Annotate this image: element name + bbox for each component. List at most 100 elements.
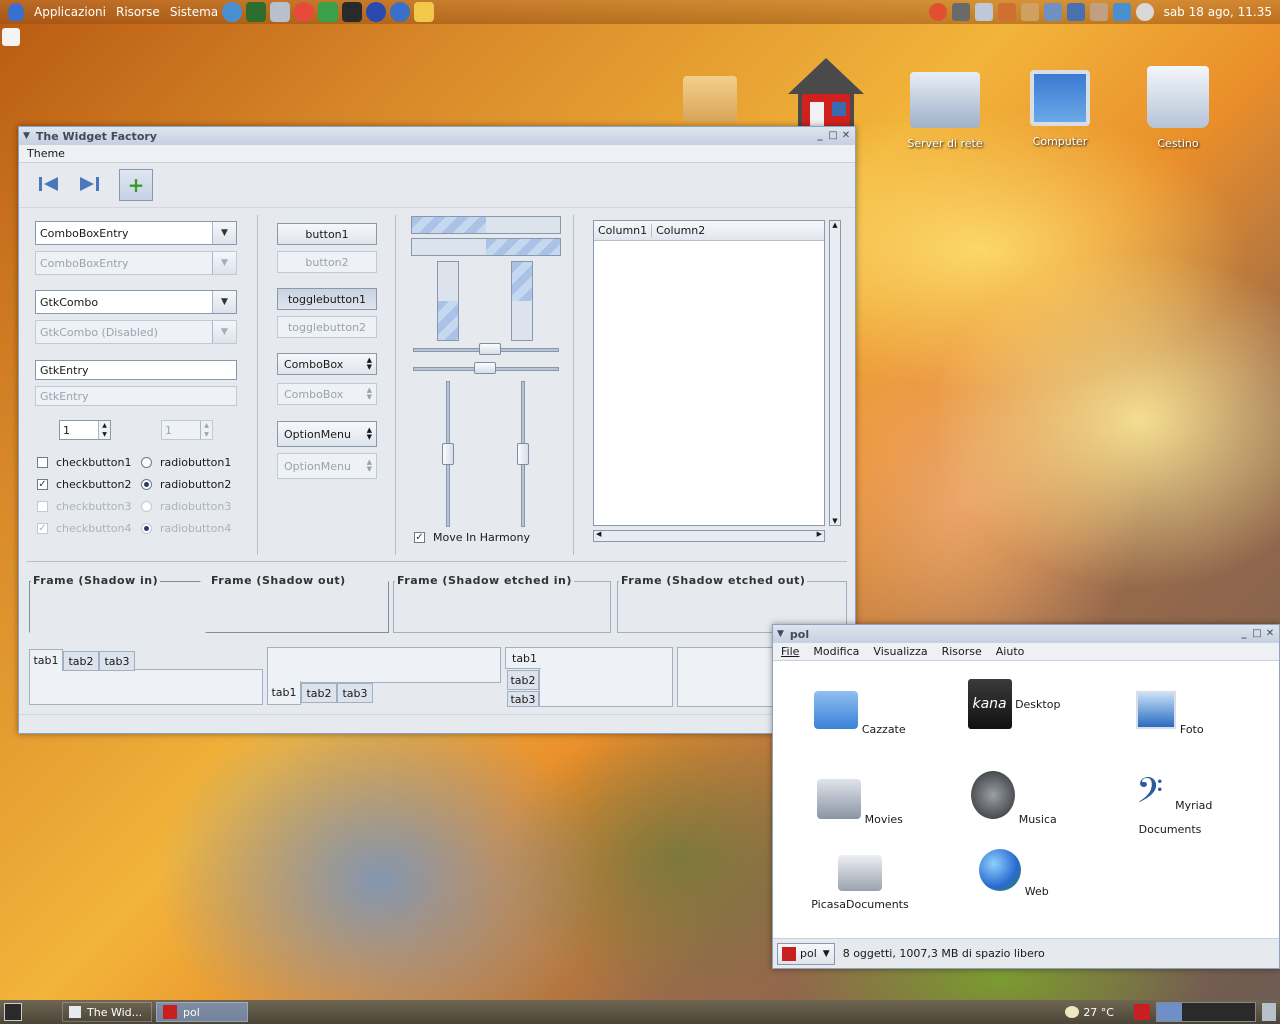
column-header-2[interactable]: Column2 [652, 224, 709, 237]
vertical-scrollbar[interactable]: ▲ ▼ [829, 220, 841, 526]
file-item-foto[interactable]: Foto [1105, 691, 1235, 736]
move-in-harmony-check[interactable]: ✓ Move In Harmony [414, 531, 530, 544]
clock[interactable]: sab 18 ago, 11.35 [1164, 5, 1272, 19]
battery-tray-icon[interactable] [1020, 3, 1039, 21]
menu-modifica[interactable]: Modifica [813, 645, 859, 658]
scroll-down-icon[interactable]: ▼ [830, 517, 840, 525]
notebook-top-tab-3[interactable]: tab3 [99, 651, 135, 671]
file-item-picasa-documents[interactable]: PicasaDocuments [795, 855, 925, 911]
help-launcher-icon[interactable] [294, 2, 315, 22]
window-menu-icon[interactable]: ▼ [23, 131, 30, 141]
menu-file[interactable]: File [781, 645, 799, 658]
menu-visualizza[interactable]: Visualizza [873, 645, 927, 658]
desktop-icon-trash[interactable]: Cestino [1128, 66, 1228, 150]
gtk-entry[interactable]: GtkEntry [35, 360, 237, 380]
scroll-right-icon[interactable]: ▶ [817, 530, 822, 538]
notebook-top-tab-2[interactable]: tab2 [63, 651, 99, 671]
combo-box[interactable]: ComboBox ▲ ▼ [277, 353, 377, 375]
wireless-tray-icon[interactable] [1066, 3, 1085, 21]
display-tray-icon[interactable] [974, 3, 993, 21]
notebook-left-tab-3[interactable]: tab3 [507, 691, 539, 707]
workspace-2[interactable] [1181, 1003, 1206, 1021]
add-button[interactable]: + [119, 169, 153, 201]
weather-icon[interactable] [1065, 1006, 1080, 1018]
checkbutton-2[interactable]: ✓ checkbutton2 [37, 478, 132, 491]
chevron-down-icon[interactable]: ▼ [212, 291, 236, 313]
update-tray-icon[interactable] [928, 3, 947, 21]
file-item-web[interactable]: Web [949, 849, 1079, 898]
toggle-button-1[interactable]: togglebutton1 [277, 288, 377, 310]
window-titlebar[interactable]: ▼ pol _ □ ✕ [773, 625, 1279, 643]
menu-risorse[interactable]: Risorse [942, 645, 982, 658]
chevron-down-icon[interactable]: ▼ [212, 222, 236, 244]
terminal-launcher-icon[interactable] [342, 2, 363, 22]
file-item-movies[interactable]: Movies [795, 779, 925, 826]
notebook-bottom-tab-3[interactable]: tab3 [337, 683, 373, 703]
vscale-1-slider[interactable] [442, 443, 454, 465]
spin-arrows-icon[interactable]: ▲ ▼ [98, 421, 110, 439]
menu-system[interactable]: Sistema [170, 5, 218, 19]
task-widget-factory[interactable]: The Wid... [62, 1002, 152, 1022]
hscale-2-slider[interactable] [474, 362, 496, 374]
network-tray-icon[interactable] [1043, 3, 1062, 21]
home-icon[interactable] [1134, 1004, 1150, 1020]
menu-applications[interactable]: Applicazioni [34, 5, 106, 19]
file-item-musica[interactable]: Musica [949, 771, 1079, 826]
desktop-icon-folder[interactable] [660, 76, 760, 131]
scroll-up-icon[interactable]: ▲ [830, 221, 840, 229]
location-button[interactable]: pol ▼ [777, 942, 835, 965]
checkbutton-1[interactable]: checkbutton1 [37, 456, 132, 469]
combo-box-entry[interactable]: ComboBoxEntry ▼ [35, 221, 237, 245]
notebook-bottom-tab-1[interactable]: tab1 [267, 681, 301, 705]
horizontal-scrollbar[interactable]: ◀ ▶ [593, 530, 825, 542]
notebook-top-tab-1[interactable]: tab1 [29, 649, 63, 671]
file-item-myriad-documents[interactable]: 𝄢 Myriad Documents [1105, 771, 1235, 837]
spin-button[interactable]: 1 ▲ ▼ [59, 420, 111, 440]
workspace-1[interactable] [1157, 1003, 1182, 1021]
maximize-icon[interactable]: □ [1252, 629, 1262, 639]
user-tray-icon[interactable] [1089, 3, 1108, 21]
trash-applet-icon[interactable] [1262, 1003, 1276, 1021]
maximize-icon[interactable]: □ [828, 131, 838, 141]
users-launcher-icon[interactable] [318, 2, 339, 22]
desktop-icon-computer[interactable]: Computer [1010, 70, 1110, 148]
vscale-2-slider[interactable] [517, 443, 529, 465]
bluetooth-tray-icon[interactable] [1112, 3, 1131, 21]
minimize-icon[interactable]: _ [1239, 629, 1249, 639]
keyboard-tray-icon[interactable] [951, 3, 970, 21]
menu-theme[interactable]: Theme [27, 147, 65, 160]
menu-places[interactable]: Risorse [116, 5, 160, 19]
close-icon[interactable]: ✕ [841, 131, 851, 141]
network-launcher-icon[interactable] [270, 2, 291, 22]
scroll-left-icon[interactable]: ◀ [596, 530, 601, 538]
tree-view[interactable]: Column1 Column2 [593, 220, 825, 526]
volume-icon[interactable] [1135, 3, 1154, 21]
goto-last-button[interactable] [75, 171, 103, 197]
web-browser-launcher-icon[interactable] [222, 2, 243, 22]
workspace-switcher[interactable] [1156, 1002, 1256, 1022]
goto-first-button[interactable] [35, 171, 63, 197]
window-menu-icon[interactable]: ▼ [777, 629, 784, 639]
window-titlebar[interactable]: ▼ The Widget Factory _ □ ✕ [19, 127, 855, 145]
globe-launcher-icon[interactable] [366, 2, 387, 22]
notebook-left-tab-1[interactable]: tab1 [505, 647, 541, 669]
button-1[interactable]: button1 [277, 223, 377, 245]
task-pol[interactable]: pol [156, 1002, 248, 1022]
column-header-1[interactable]: Column1 [594, 224, 653, 237]
rss-tray-icon[interactable] [997, 3, 1016, 21]
file-item-cazzate[interactable]: Cazzate [795, 691, 925, 736]
hscale-1-slider[interactable] [479, 343, 501, 355]
gnome-foot-icon[interactable] [8, 3, 24, 21]
minimize-icon[interactable]: _ [815, 131, 825, 141]
weather-temperature[interactable]: 27 °C [1083, 1006, 1114, 1019]
notebook-left-tab-2[interactable]: tab2 [507, 670, 539, 690]
close-icon[interactable]: ✕ [1265, 629, 1275, 639]
workspace-3[interactable] [1206, 1003, 1231, 1021]
workspace-4[interactable] [1230, 1003, 1255, 1021]
notebook-bottom-tab-2[interactable]: tab2 [301, 683, 337, 703]
radiobutton-1[interactable]: radiobutton1 [141, 456, 231, 469]
messenger-launcher-icon[interactable] [390, 2, 411, 22]
system-monitor-launcher-icon[interactable] [246, 2, 267, 22]
show-desktop-icon[interactable] [4, 1003, 22, 1021]
file-item-desktop[interactable]: kana Desktop [949, 679, 1079, 733]
